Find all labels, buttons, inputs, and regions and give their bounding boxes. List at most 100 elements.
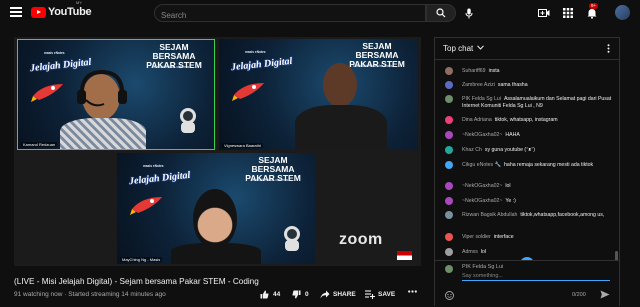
chat-avatar — [445, 131, 453, 139]
like-button[interactable]: 44 — [260, 290, 280, 299]
chat-text: sama thasha — [497, 82, 528, 88]
like-count: 44 — [273, 291, 281, 298]
participant-video-maychinq — [193, 189, 237, 249]
top-bar: YouTube MY 9+ — [0, 0, 640, 26]
share-button[interactable]: SHARE — [320, 290, 356, 299]
participant-shirt — [60, 118, 146, 149]
search-icon — [436, 8, 446, 18]
chat-text: tiktok, whatsapp, instagram — [494, 117, 558, 123]
chat-messages[interactable]: Suhariff69 insta Zambree Azizi sama thasha… — [435, 61, 619, 261]
participant-tile-kamarul: masis eNotes Jelajah Digital SEJAM BERSA… — [17, 39, 215, 150]
account-avatar[interactable] — [615, 5, 630, 20]
menu-icon[interactable] — [10, 7, 22, 17]
rocket-icon — [31, 84, 63, 102]
add-to-playlist-icon — [365, 290, 375, 299]
chat-text: sy guna youtube (ᵔᴥᵔ) — [484, 147, 535, 153]
search-input[interactable] — [155, 7, 425, 24]
chat-author[interactable]: ~NekOGaxha02~ — [462, 183, 502, 189]
tile-brand: masis eNotes — [44, 51, 65, 55]
create-button[interactable] — [537, 6, 551, 20]
rocket-icon — [232, 83, 264, 101]
chat-text: tiktok,whatsapp,facebook,among us, — [520, 212, 605, 218]
chat-author[interactable]: PIK Felda Sg Lui — [462, 96, 501, 102]
chat-avatar — [445, 146, 453, 154]
chat-author[interactable]: Dina Adriana — [462, 117, 492, 123]
chat-avatar — [445, 233, 453, 241]
chat-text: insta — [488, 68, 500, 74]
mic-icon — [465, 8, 473, 18]
chat-avatar — [445, 116, 453, 124]
chat-avatar — [445, 211, 453, 219]
rocket-icon — [130, 197, 162, 215]
tile-subtitle: Dibawakan khas oleh masis — [353, 64, 393, 68]
chat-avatar — [445, 197, 453, 205]
notification-count-badge: 9+ — [589, 3, 599, 9]
dislike-button[interactable]: 0 — [292, 290, 309, 299]
participant-shirt — [171, 243, 261, 264]
chat-mode-selector[interactable]: Top chat — [443, 44, 473, 53]
chevron-down-icon[interactable] — [477, 45, 484, 50]
char-count: 0/200 — [572, 292, 586, 298]
chat-avatar — [445, 95, 453, 103]
send-icon[interactable] — [600, 290, 610, 299]
more-horizontal-icon — [408, 290, 417, 293]
video-title: (LIVE - Misi Jelajah Digital) - Sejam be… — [14, 277, 259, 286]
chat-author[interactable]: Cikgu eNotes 🔧 — [462, 162, 501, 168]
emoji-icon[interactable] — [445, 291, 454, 300]
astronaut-icon — [284, 226, 300, 251]
chat-author[interactable]: ~NekOGaxha02~ — [462, 198, 502, 204]
save-label: SAVE — [378, 291, 396, 298]
voice-search-button[interactable] — [460, 4, 478, 22]
apps-button[interactable] — [561, 6, 575, 20]
chat-text: haha remaja sekarang mesti ada tiktok — [504, 162, 594, 168]
chat-input[interactable] — [462, 271, 610, 281]
apps-grid-icon — [563, 8, 573, 18]
flag-icon — [397, 251, 412, 260]
chat-text: HAHA — [505, 132, 520, 138]
bell-icon — [587, 8, 597, 19]
chat-author[interactable]: Khaz Ch — [462, 147, 482, 153]
video-player[interactable]: masis eNotes Jelajah Digital SEJAM BERSA… — [14, 37, 421, 266]
tile-brand: masis eNotes — [143, 164, 164, 168]
more-actions-button[interactable] — [408, 290, 417, 293]
chat-avatar — [445, 67, 453, 75]
save-button[interactable]: SAVE — [365, 290, 395, 299]
tile-program-title: Jelajah Digital — [230, 55, 293, 74]
astronaut-icon — [180, 108, 196, 133]
youtube-logo-icon — [31, 6, 46, 18]
headset-icon — [77, 69, 127, 107]
participant-shirt — [295, 105, 387, 150]
share-icon — [320, 290, 330, 299]
participant-tile-vigneswara: masis eNotes Jelajah Digital SEJAM BERSA… — [219, 39, 418, 150]
chat-header: Top chat — [435, 38, 619, 60]
chat-avatar — [445, 182, 453, 190]
composer-avatar — [445, 265, 453, 273]
tile-program-title: Jelajah Digital — [128, 169, 191, 188]
chat-avatar — [445, 81, 453, 89]
youtube-logo[interactable]: YouTube — [31, 6, 92, 18]
chat-composer: PIK Felda Sg Lui 0/200 — [435, 260, 619, 307]
search-button[interactable] — [426, 4, 456, 22]
chat-author[interactable]: Rizwan Bagsik Abdullah — [462, 212, 517, 218]
chat-avatar — [445, 248, 453, 256]
live-chat-panel: Top chat Suhariff69 insta Zambree Azizi sa… — [434, 37, 620, 306]
chat-author[interactable]: ~NekOGaxha02~ — [462, 132, 502, 138]
tile-brand: masis eNotes — [245, 50, 266, 54]
participant-name: MayChing Ng - Masis — [120, 257, 163, 262]
search-box[interactable] — [154, 4, 426, 24]
create-video-icon — [538, 9, 550, 17]
chat-author[interactable]: Admxs — [462, 249, 478, 255]
thumbs-down-icon — [292, 290, 301, 299]
chat-author[interactable]: Zambree Azizi — [462, 82, 495, 88]
chat-avatar — [445, 161, 453, 169]
chat-text: lol — [480, 249, 487, 255]
share-label: SHARE — [333, 291, 356, 298]
chat-author[interactable]: Suhariff69 — [462, 68, 486, 74]
participant-tile-maychinq: masis eNotes Jelajah Digital SEJAM BERSA… — [117, 153, 315, 264]
more-vertical-icon[interactable] — [607, 44, 610, 53]
participant-name: Vigneswara Baarathi — [222, 143, 263, 148]
chat-text: lol — [505, 183, 511, 189]
country-code: MY — [76, 0, 82, 5]
tile-subtitle: Dibawakan khas oleh masis — [251, 178, 291, 182]
chat-author[interactable]: Viper soldier — [462, 234, 491, 240]
